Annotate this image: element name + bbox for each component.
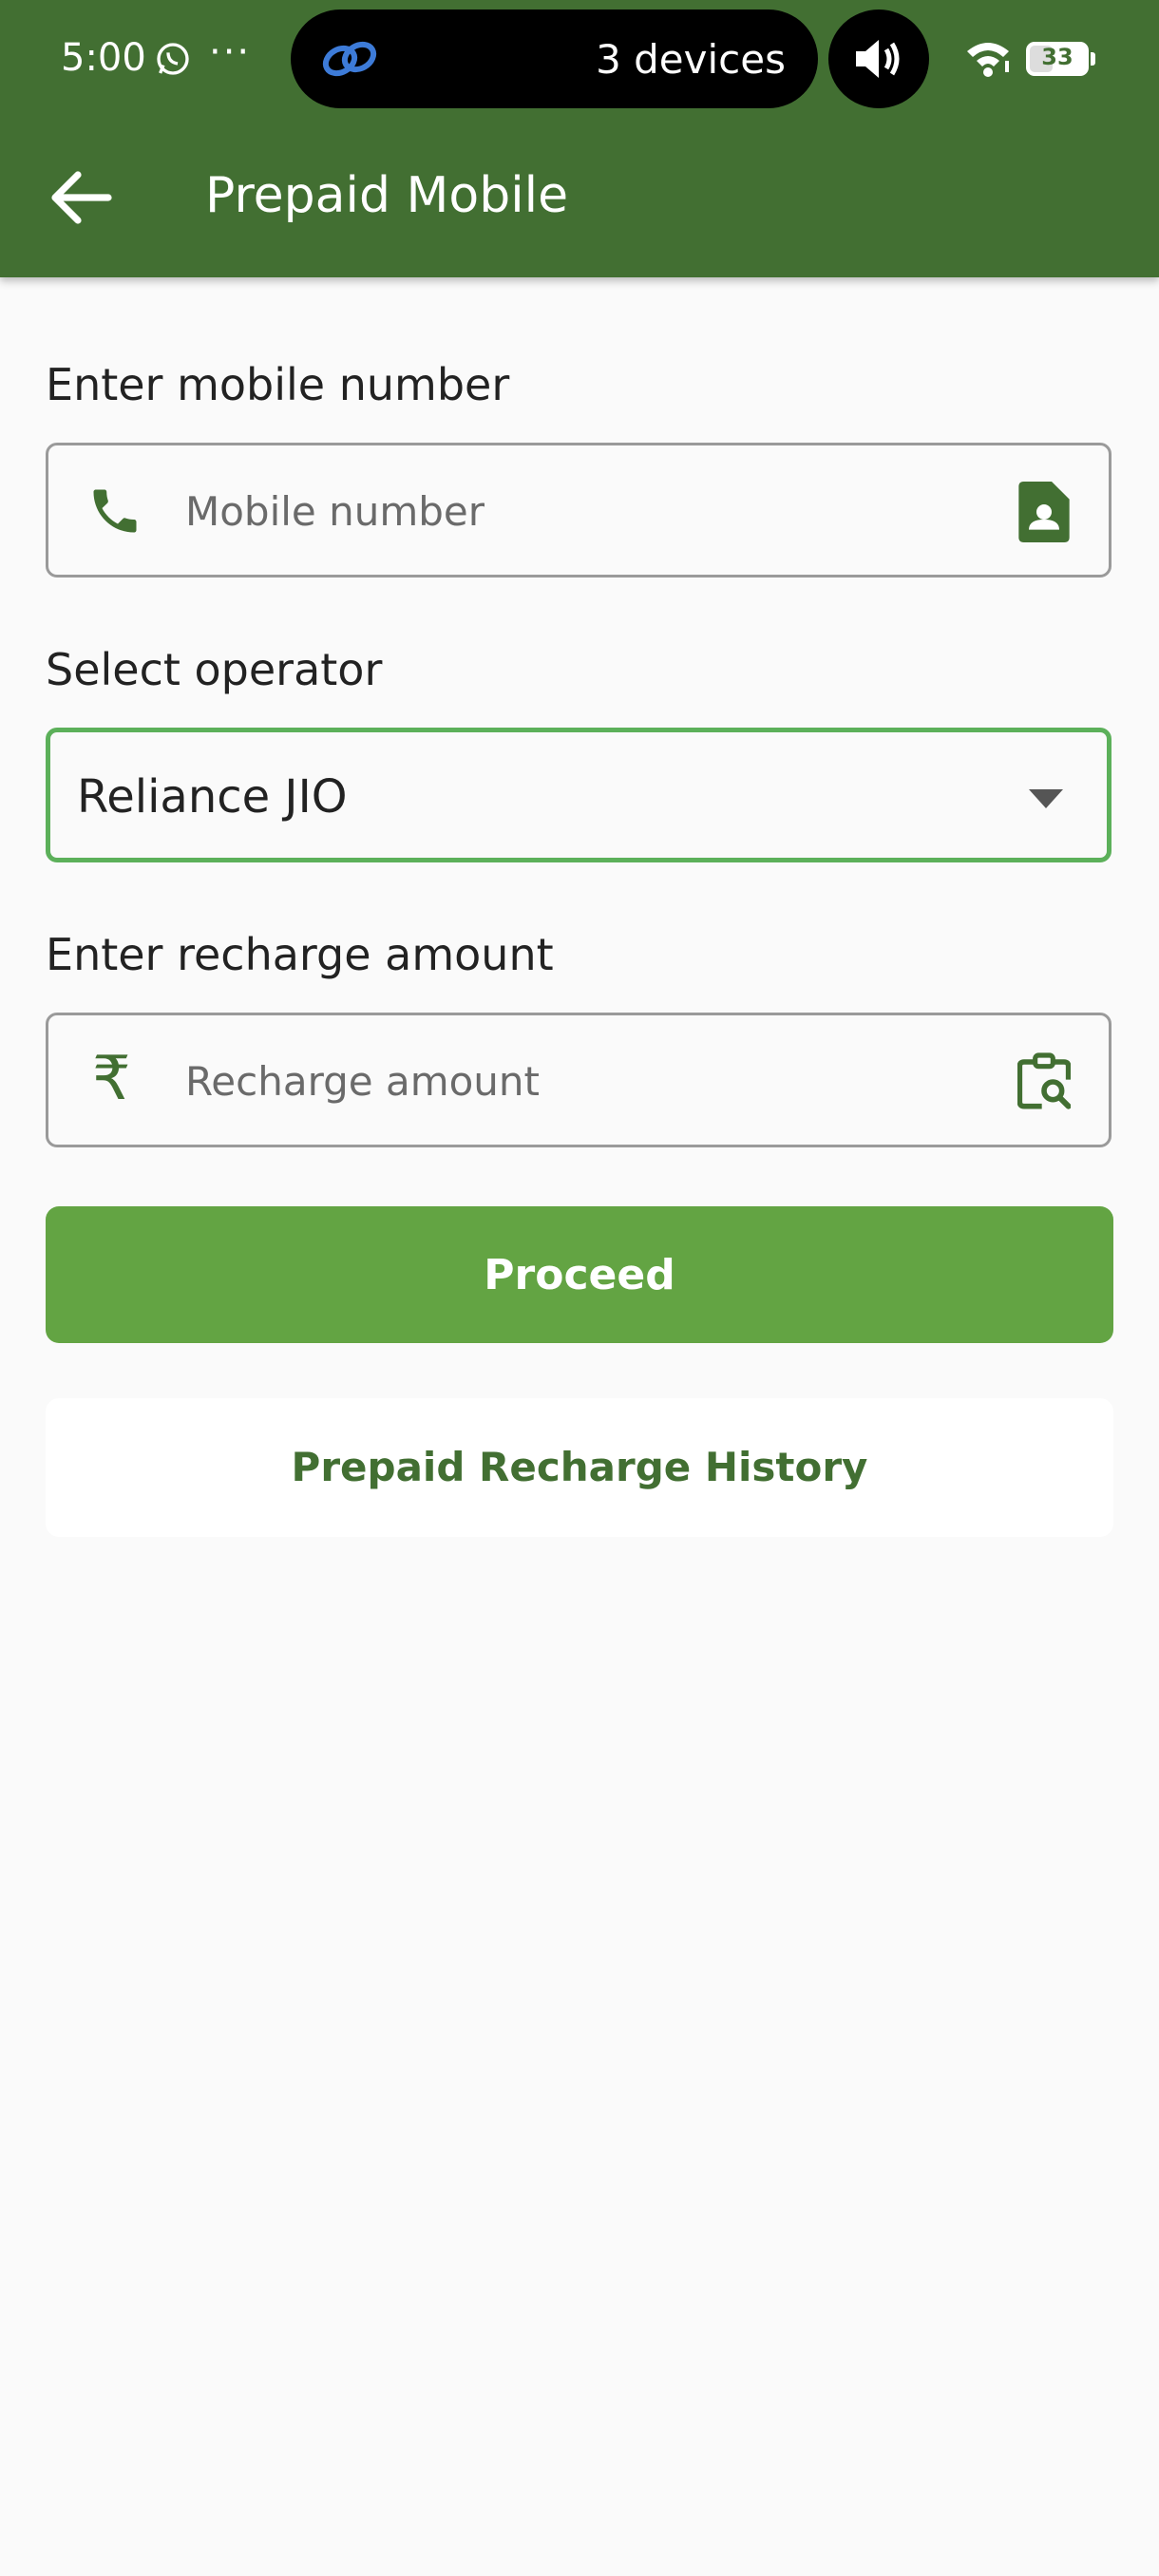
mobile-number-field[interactable] [46,443,1112,578]
recharge-amount-input[interactable] [183,1044,1023,1118]
cast-pill[interactable]: 3 devices [291,9,818,108]
operator-select[interactable]: Reliance JIO [46,728,1112,862]
app-bar: 5:00 ··· 3 devices 33 Prepaid Mobile [0,0,1159,277]
caret-down-icon [1029,789,1063,808]
status-bar: 5:00 ··· 3 devices 33 [0,0,1159,119]
back-arrow-icon[interactable] [48,169,112,226]
whatsapp-icon [157,43,189,75]
more-notifications-icon: ··· [209,30,252,74]
cast-devices-label: 3 devices [596,36,786,83]
battery-level: 33 [1041,44,1074,70]
clipboard-search-icon[interactable] [1017,1051,1071,1112]
volume-icon [856,40,900,78]
recharge-history-button[interactable]: Prepaid Recharge History [46,1398,1113,1537]
recharge-amount-field[interactable]: ₹ [46,1013,1112,1147]
battery-icon: 33 [1026,42,1095,76]
wifi-icon [967,43,1009,77]
mobile-number-label: Enter mobile number [46,359,510,410]
page-title: Prepaid Mobile [205,167,569,224]
proceed-button[interactable]: Proceed [46,1206,1113,1343]
operator-value: Reliance JIO [77,770,348,824]
operator-label: Select operator [46,644,383,695]
contact-card-icon[interactable] [1017,482,1071,542]
link-icon [322,41,377,77]
mobile-number-input[interactable] [183,474,1023,548]
rupee-icon: ₹ [92,1044,131,1114]
volume-button[interactable] [828,9,929,108]
recharge-amount-label: Enter recharge amount [46,929,554,980]
phone-icon [93,489,137,533]
status-time: 5:00 [61,36,146,80]
